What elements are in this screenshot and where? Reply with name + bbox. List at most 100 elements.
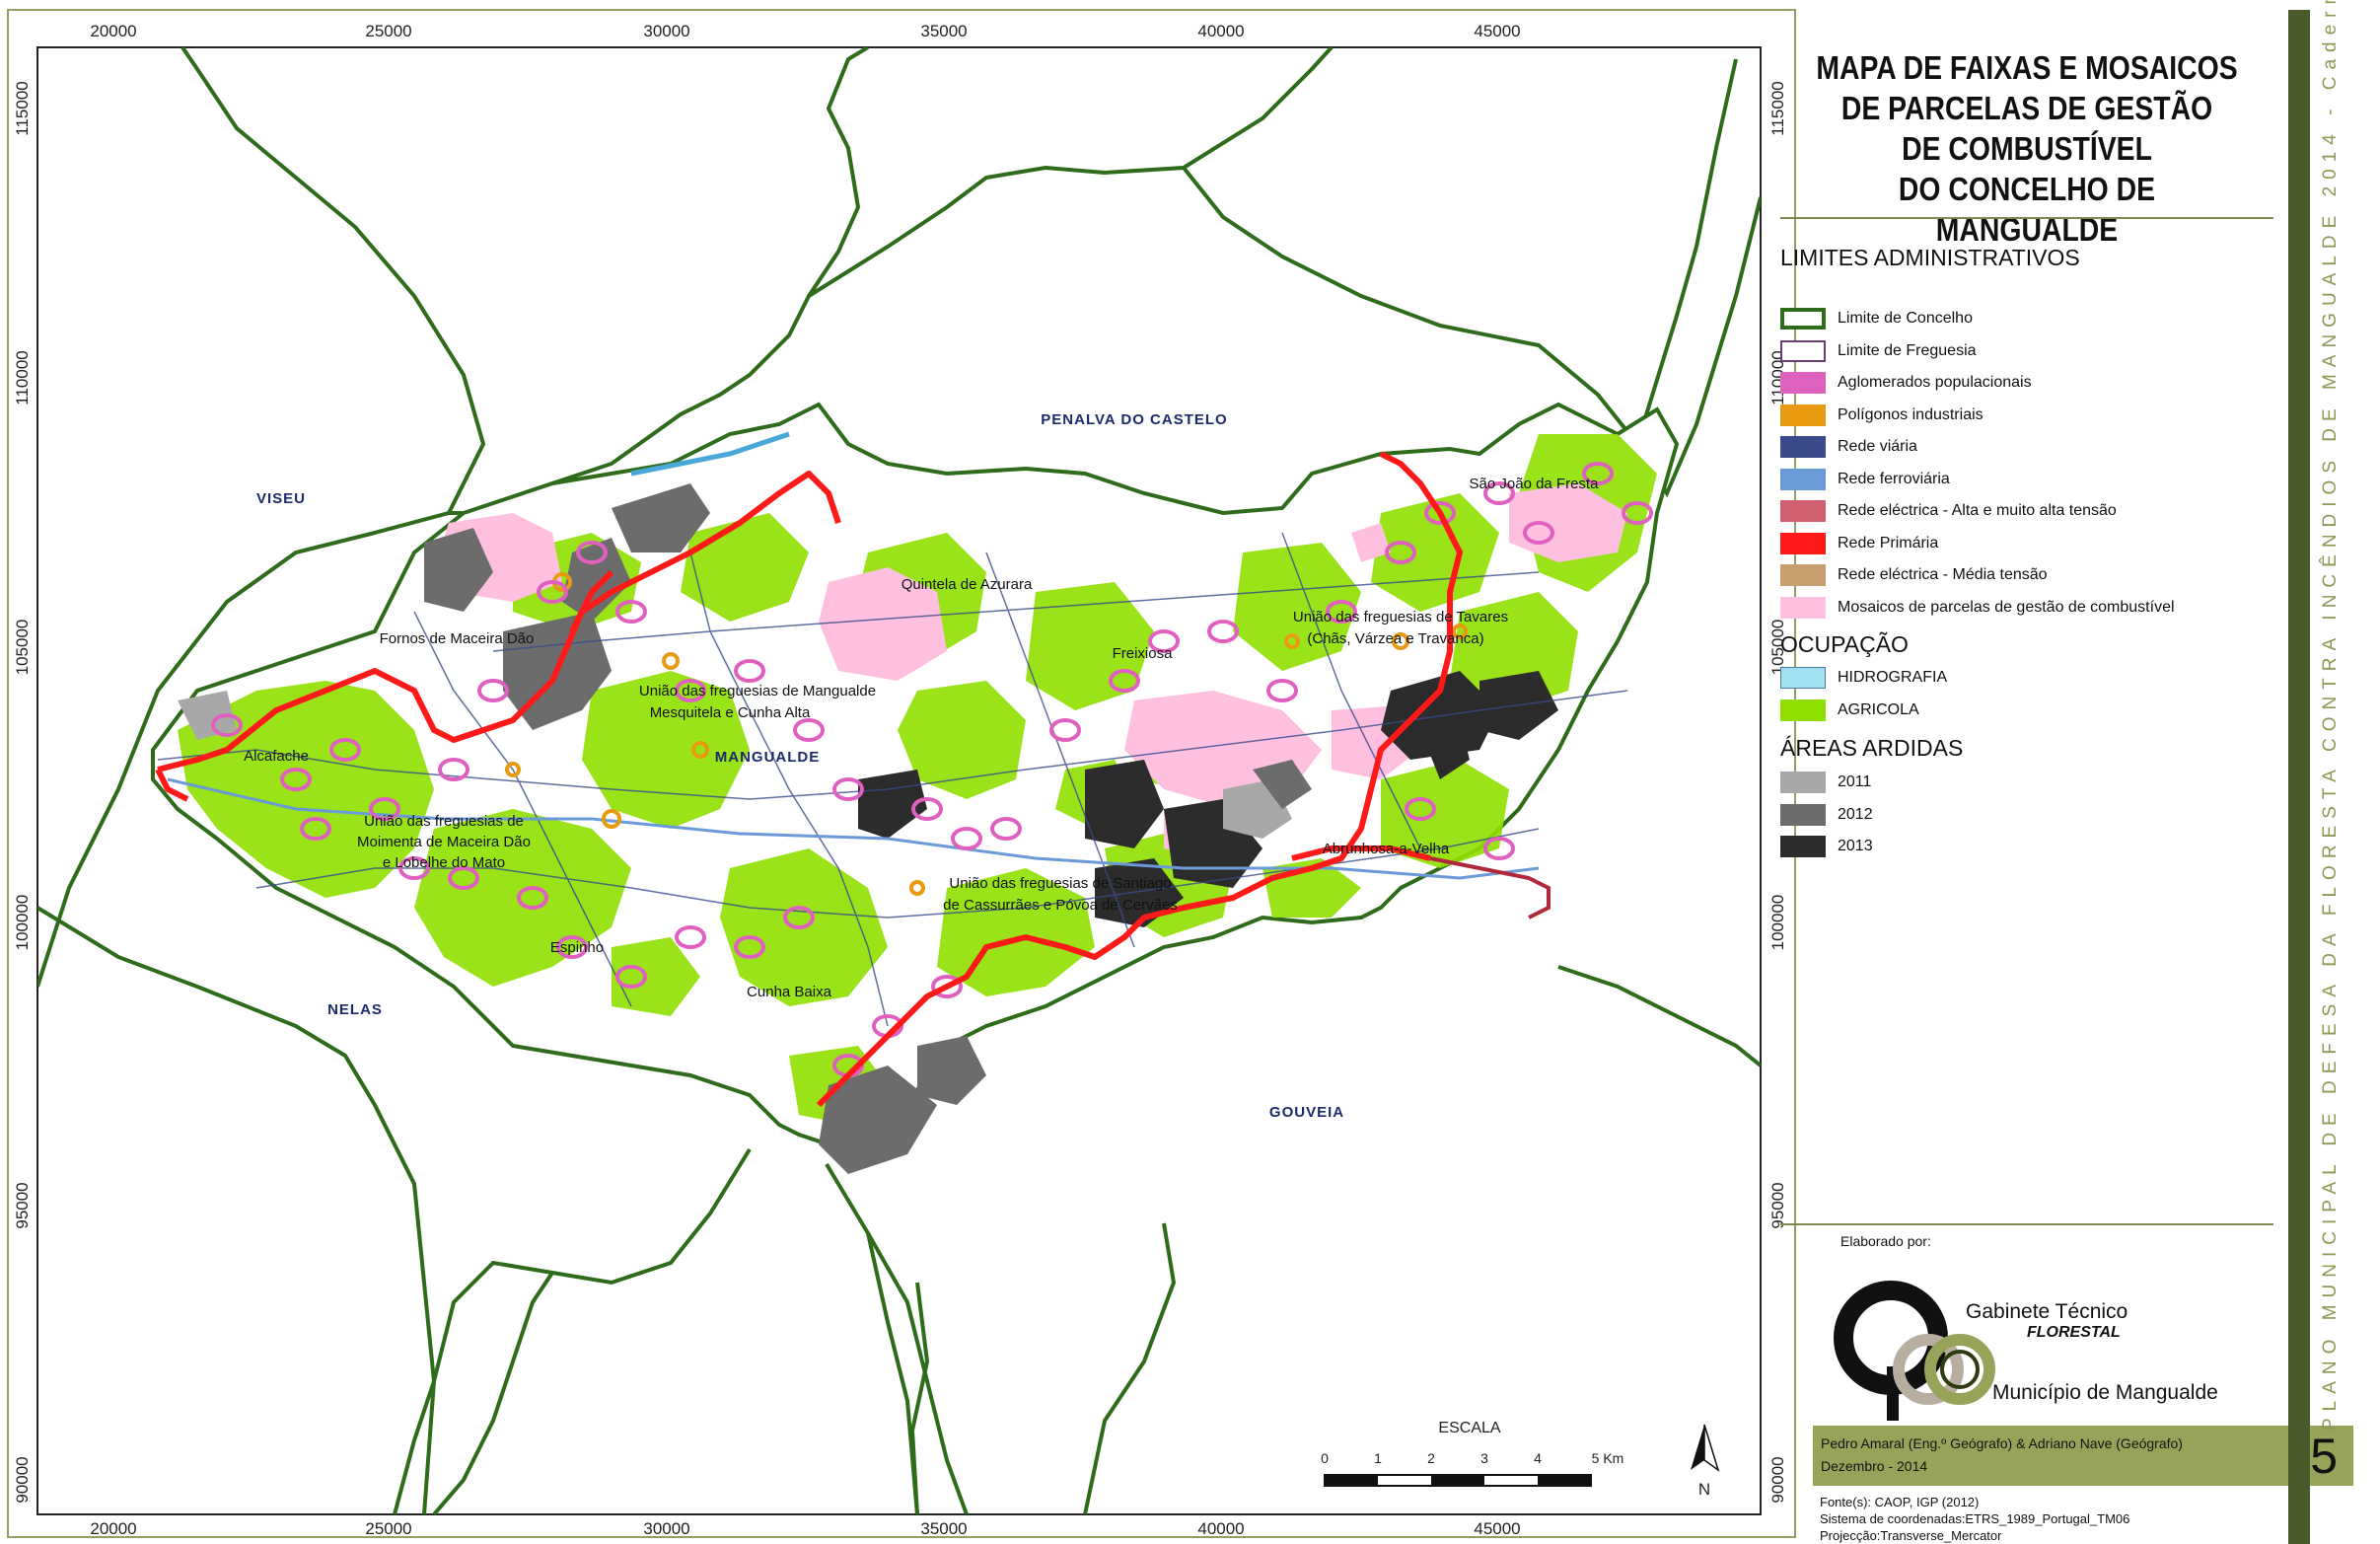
legend-item: 2013 bbox=[1780, 836, 1873, 857]
scale-label: 0 bbox=[1321, 1450, 1329, 1466]
legend-label: HIDROGRAFIA bbox=[1838, 669, 1948, 686]
x-tick: 20000 bbox=[90, 1519, 136, 1538]
region-label-viseu: VISEU bbox=[256, 490, 306, 507]
legend-swatch bbox=[1780, 836, 1826, 857]
legend-swatch bbox=[1780, 308, 1826, 330]
legend-item: HIDROGRAFIA bbox=[1780, 667, 1947, 689]
place-label: União das freguesias de Santiago bbox=[949, 875, 1171, 892]
source-line: Sistema de coordenadas:ETRS_1989_Portuga… bbox=[1820, 1511, 2130, 1526]
author-bar: Pedro Amaral (Eng.º Geógrafo) & Adriano … bbox=[1813, 1426, 2353, 1486]
place-label: Mesquitela e Cunha Alta bbox=[650, 704, 811, 721]
y-tick: 110000 bbox=[13, 350, 32, 404]
north-label: N bbox=[1698, 1480, 1710, 1499]
place-label: Freixiosa bbox=[1113, 645, 1174, 662]
legend-item: 2012 bbox=[1780, 803, 1873, 826]
region-label-penalva: PENALVA DO CASTELO bbox=[1041, 411, 1227, 428]
logo-text-3: Município de Mangualde bbox=[1992, 1381, 2218, 1404]
legend-swatch bbox=[1780, 803, 1826, 826]
legend-label: 2011 bbox=[1838, 773, 1872, 790]
y-tick: 105000 bbox=[13, 620, 32, 676]
legend-swatch bbox=[1780, 339, 1826, 362]
region-label-nelas: NELAS bbox=[327, 1001, 383, 1018]
legend-label: 2013 bbox=[1838, 838, 1873, 854]
x-tick: 45000 bbox=[1474, 22, 1520, 40]
map-title: MAPA DE FAIXAS E MOSAICOS DE PARCELAS DE… bbox=[1816, 49, 2238, 248]
legend-swatch bbox=[1780, 772, 1826, 793]
legend-swatch bbox=[1780, 596, 1826, 619]
date: Dezembro - 2014 bbox=[1821, 1458, 1928, 1474]
legend-label: Rede Primária bbox=[1838, 534, 1939, 551]
section-ocupacao: OCUPAÇÃO bbox=[1780, 631, 1909, 657]
legend-swatch bbox=[1780, 372, 1826, 394]
x-tick: 35000 bbox=[920, 1519, 967, 1538]
place-label: São João da Fresta bbox=[1470, 476, 1600, 492]
legend-swatch bbox=[1780, 564, 1826, 586]
legend-item: Rede eléctrica - Média tensão bbox=[1780, 564, 2048, 586]
vertical-strip bbox=[2288, 10, 2310, 1544]
place-label: Espinho bbox=[550, 939, 604, 956]
legend-item: Mosaicos de parcelas de gestão de combus… bbox=[1780, 596, 2175, 619]
scale-label: 3 bbox=[1480, 1450, 1488, 1466]
legend-item: Rede viária bbox=[1780, 436, 1917, 458]
logo-text-1: Gabinete Técnico bbox=[1966, 1300, 2128, 1323]
legend-item: Rede eléctrica - Alta e muito alta tensã… bbox=[1780, 500, 2117, 522]
place-label: Moimenta de Maceira Dão bbox=[357, 834, 531, 850]
y-tick: 100000 bbox=[13, 895, 32, 951]
legend-label: AGRICOLA bbox=[1838, 700, 1919, 718]
map-frame: 20000 25000 30000 35000 40000 45000 2000… bbox=[7, 9, 1796, 1538]
legend-swatch bbox=[1780, 500, 1826, 522]
place-label: Cunha Baixa bbox=[747, 984, 832, 1000]
legend-swatch bbox=[1780, 532, 1826, 554]
place-label: e Lobelhe do Mato bbox=[383, 854, 505, 871]
legend-label: 2012 bbox=[1838, 805, 1873, 823]
legend-item: Polígonos industriais bbox=[1780, 404, 1983, 426]
scale-label: 2 bbox=[1427, 1450, 1435, 1466]
x-tick: 40000 bbox=[1197, 22, 1244, 40]
section-ardidas: ÁREAS ARDIDAS bbox=[1780, 735, 1964, 761]
source-line: Projecção:Transverse_Mercator bbox=[1820, 1528, 2002, 1543]
y-tick: 95000 bbox=[13, 1182, 32, 1228]
legend-label: Polígonos industriais bbox=[1838, 405, 1983, 423]
x-tick: 30000 bbox=[643, 1519, 689, 1538]
section-limites: LIMITES ADMINISTRATIVOS bbox=[1780, 245, 2080, 270]
place-label: de Cassurrães e Póvoa de Cervães bbox=[943, 897, 1178, 914]
x-tick: 35000 bbox=[920, 22, 967, 40]
scale-label: 5 Km bbox=[1592, 1450, 1624, 1466]
legend-label: Rede viária bbox=[1838, 438, 1917, 455]
legend-swatch bbox=[1780, 698, 1826, 721]
legend-item: Rede ferroviária bbox=[1780, 468, 1950, 490]
logo-icon bbox=[1834, 1281, 1995, 1421]
map-number: 5 bbox=[2310, 1429, 2338, 1484]
x-tick: 45000 bbox=[1474, 1519, 1520, 1538]
x-tick: 20000 bbox=[90, 22, 136, 40]
legend-label: Limite de Freguesia bbox=[1838, 341, 1977, 359]
place-label: Alcafache bbox=[244, 748, 309, 765]
legend-label: Rede ferroviária bbox=[1838, 470, 1950, 487]
place-label: (Chãs, Várzea e Travanca) bbox=[1307, 630, 1483, 647]
logo-text-2: FLORESTAL bbox=[2027, 1324, 2121, 1341]
place-label: União das freguesias de bbox=[364, 813, 524, 830]
place-label: Quintela de Azurara bbox=[902, 576, 1033, 593]
legend-swatch bbox=[1780, 404, 1826, 426]
place-label: Abrunhosa-a-Velha bbox=[1323, 841, 1450, 857]
legend-label: Aglomerados populacionais bbox=[1838, 374, 2032, 391]
legend-item: 2011 bbox=[1780, 772, 1871, 793]
authors: Pedro Amaral (Eng.º Geógrafo) & Adriano … bbox=[1821, 1435, 2183, 1451]
legend-label: Limite de Concelho bbox=[1838, 310, 1973, 327]
legend-item: Limite de Freguesia bbox=[1780, 339, 1977, 362]
legend-item: AGRICOLA bbox=[1780, 698, 1919, 721]
legend-item: Rede Primária bbox=[1780, 532, 1939, 554]
x-tick: 25000 bbox=[365, 1519, 411, 1538]
place-label-mangualde: MANGUALDE bbox=[715, 749, 821, 766]
place-label: União das freguesias de Tavares bbox=[1293, 609, 1508, 625]
source-line: Fonte(s): CAOP, IGP (2012) bbox=[1820, 1495, 1980, 1509]
place-label: Fornos de Maceira Dão bbox=[380, 630, 535, 647]
x-tick: 25000 bbox=[365, 22, 411, 40]
y-tick: 115000 bbox=[13, 81, 32, 135]
scale-label: 1 bbox=[1374, 1450, 1382, 1466]
y-tick: 90000 bbox=[13, 1456, 32, 1503]
legend-item: Aglomerados populacionais bbox=[1780, 372, 2032, 394]
legend-swatch bbox=[1780, 667, 1826, 689]
legend-label: Rede eléctrica - Alta e muito alta tensã… bbox=[1838, 502, 2117, 519]
x-tick: 40000 bbox=[1197, 1519, 1244, 1538]
